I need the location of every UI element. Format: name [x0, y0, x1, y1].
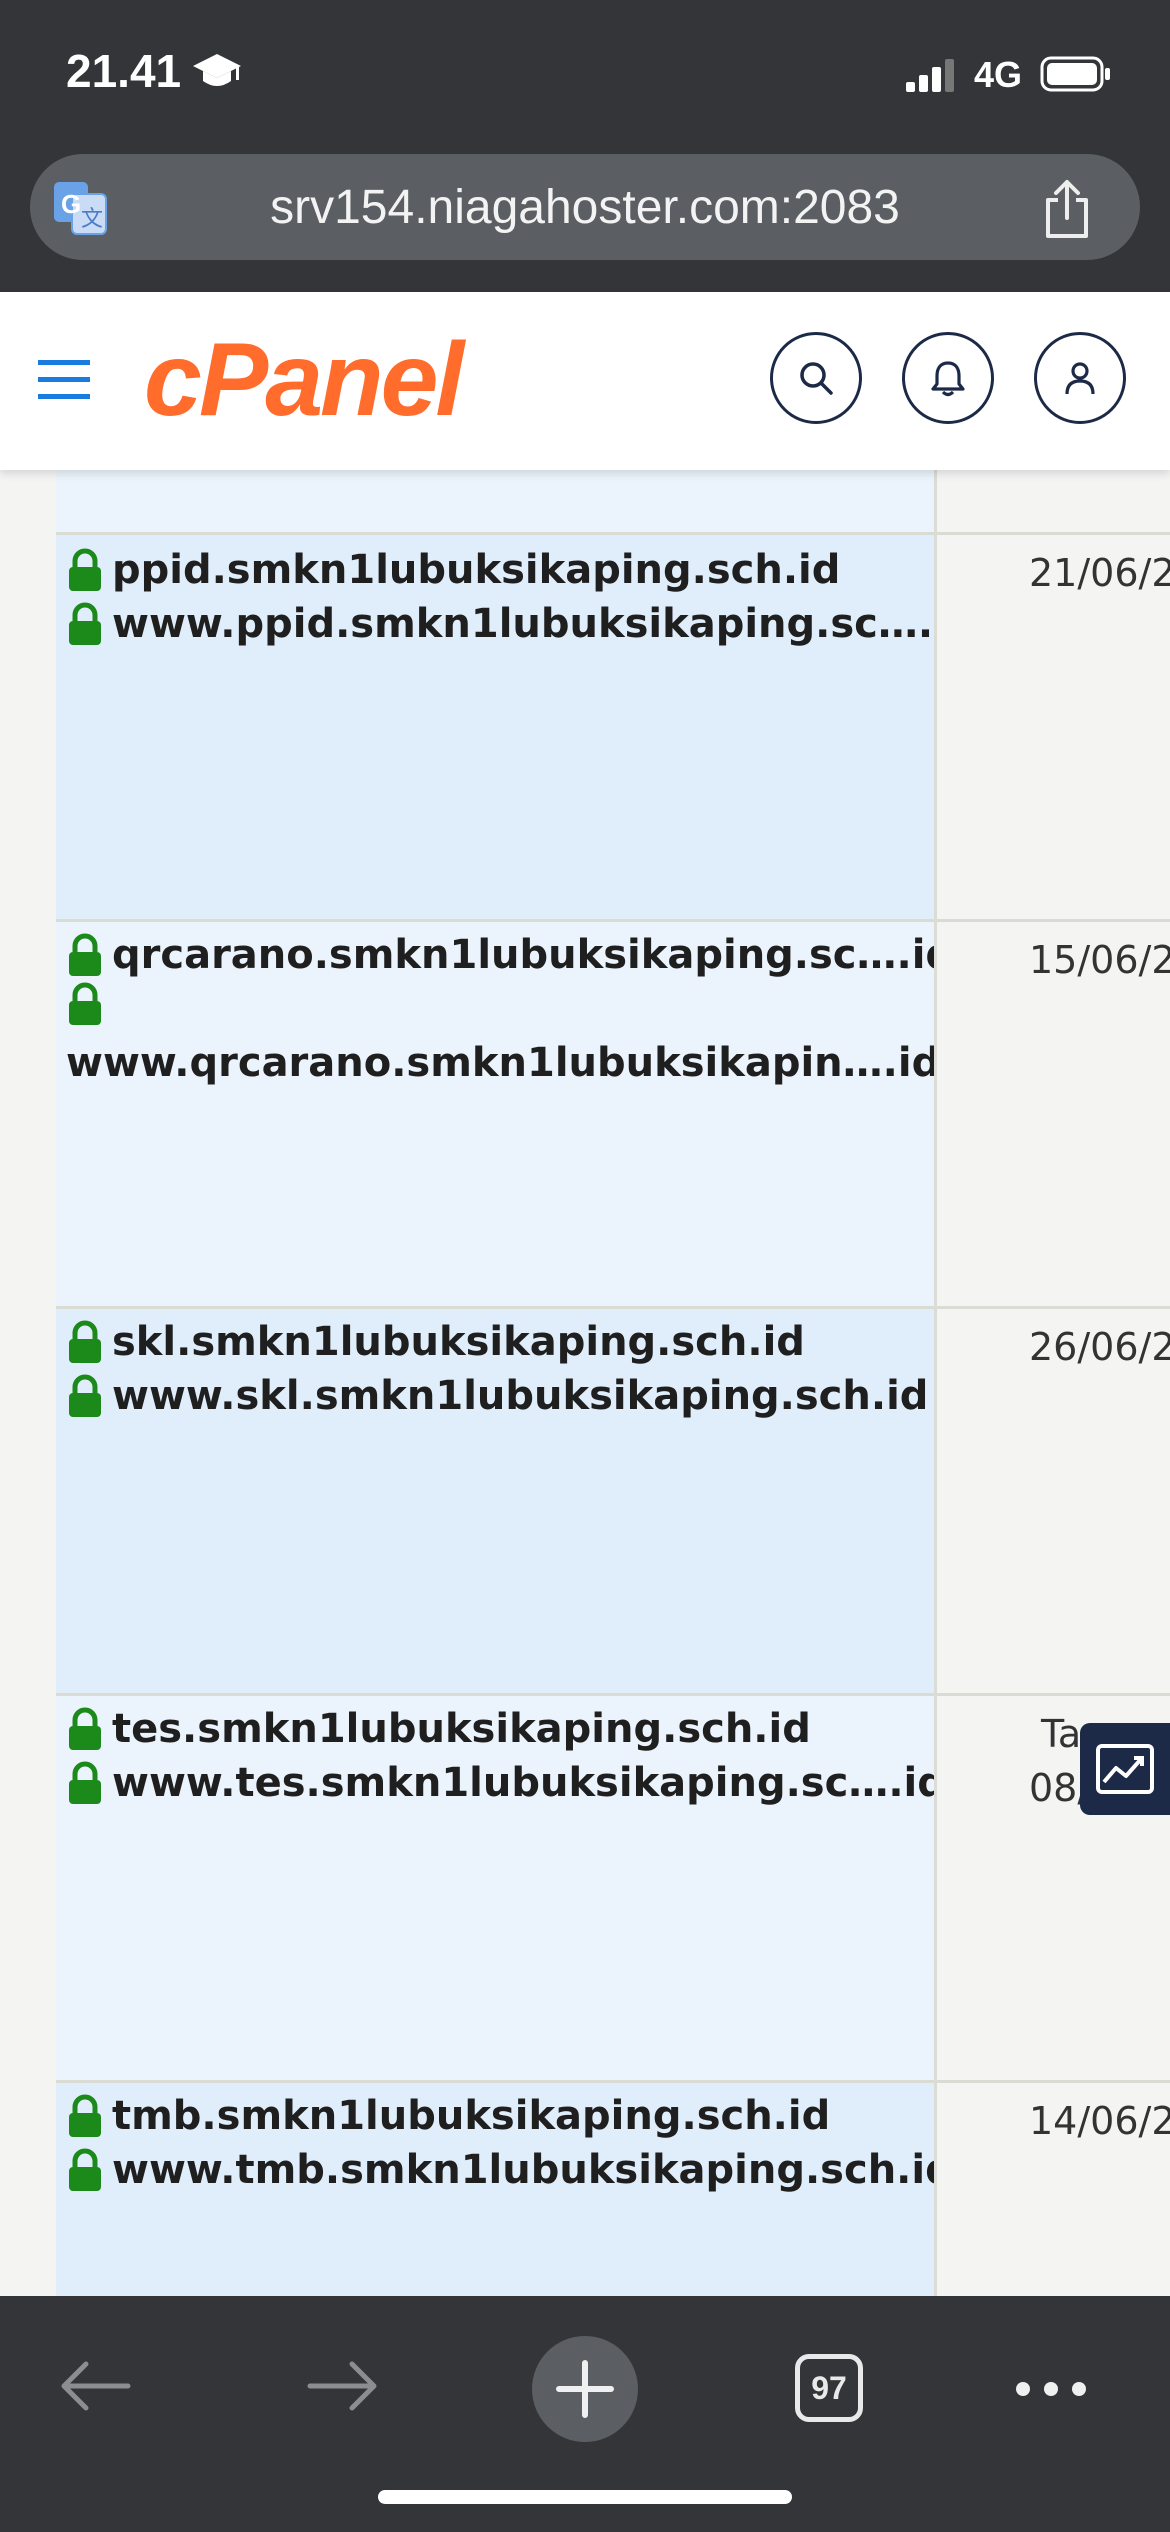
domain-line-www[interactable]: www.skl.smkn1lubuksikaping.sch.id [66, 1369, 928, 1423]
table-row[interactable]: tmb.smkn1lubuksikaping.sch.id www.tmb.sm… [56, 2083, 954, 2296]
battery-icon [1040, 56, 1110, 92]
domain-line-www[interactable]: www.tmb.smkn1lubuksikaping.sch.id [66, 2143, 954, 2197]
domain-line-primary[interactable]: tes.smkn1lubuksikaping.sch.id [66, 1702, 811, 1756]
date-cell: 14/06/2 [937, 2083, 1170, 2296]
hamburger-icon[interactable] [38, 358, 90, 400]
date-value: 21/06/2 [1029, 551, 1170, 595]
more-icon[interactable] [1014, 2376, 1088, 2402]
lock-icon [69, 1761, 101, 1804]
lock-icon [69, 1707, 101, 1750]
table-row[interactable]: skl.smkn1lubuksikaping.sch.id www.skl.sm… [56, 1309, 934, 1693]
domain-line-www[interactable]: www.qrcarano.smkn1lubuksikapin….id [66, 1036, 940, 1090]
domain-name[interactable]: www.tes.smkn1lubuksikaping.sc….id [112, 1756, 946, 1810]
lock-icon [69, 1374, 101, 1417]
url-bar[interactable]: G 文 srv154.niagahoster.com:2083 [30, 154, 1140, 260]
domain-name[interactable]: www.qrcarano.smkn1lubuksikapin….id [66, 1036, 940, 1090]
domain-name[interactable]: skl.smkn1lubuksikaping.sch.id [112, 1315, 805, 1369]
domain-line-lock-only [66, 982, 112, 1026]
share-icon[interactable] [1040, 178, 1094, 240]
lock-icon [69, 2148, 101, 2191]
domains-table: ppid.smkn1lubuksikaping.sch.id www.ppid.… [0, 470, 1170, 2296]
domain-name[interactable]: www.tmb.smkn1lubuksikaping.sch.id [112, 2143, 954, 2197]
domain-name[interactable]: tmb.smkn1lubuksikaping.sch.id [112, 2089, 830, 2143]
date-value: 15/06/2 [1029, 938, 1170, 982]
browser-top-chrome: 21.41 4G G 文 srv154.niagahoster.com:2083 [0, 0, 1170, 292]
user-button[interactable] [1034, 332, 1126, 424]
notifications-button[interactable] [902, 332, 994, 424]
date-value: 26/06/2 [1029, 1325, 1170, 1369]
table-row[interactable]: ppid.smkn1lubuksikaping.sch.id www.ppid.… [56, 535, 975, 919]
domain-name[interactable]: tes.smkn1lubuksikaping.sch.id [112, 1702, 811, 1756]
column-divider [934, 470, 937, 2296]
plus-icon [556, 2360, 614, 2418]
table-row-partial [56, 470, 934, 532]
lock-icon [69, 602, 101, 645]
new-tab-button[interactable] [532, 2336, 638, 2442]
domain-line-primary[interactable]: skl.smkn1lubuksikaping.sch.id [66, 1315, 805, 1369]
network-label: 4G [974, 54, 1023, 95]
url-text[interactable]: srv154.niagahoster.com:2083 [30, 180, 1140, 235]
table-cell-partial [937, 470, 1170, 532]
home-indicator[interactable] [378, 2490, 792, 2504]
domain-line-primary[interactable]: qrcarano.smkn1lubuksikaping.sc….id [66, 928, 954, 982]
lock-icon [69, 933, 101, 976]
lock-icon [69, 1320, 101, 1363]
stats-toggle-button[interactable] [1080, 1723, 1170, 1815]
table-row[interactable]: tes.smkn1lubuksikaping.sch.id www.tes.sm… [56, 1696, 946, 2080]
lock-icon [69, 2094, 101, 2137]
date-value: 14/06/2 [1029, 2099, 1170, 2143]
search-icon [800, 362, 833, 395]
domain-name[interactable]: qrcarano.smkn1lubuksikaping.sc….id [112, 928, 954, 982]
domain-line-primary[interactable]: tmb.smkn1lubuksikaping.sch.id [66, 2089, 830, 2143]
domain-line-www[interactable]: www.ppid.smkn1lubuksikaping.sc….id [66, 597, 975, 651]
domain-name[interactable]: ppid.smkn1lubuksikaping.sch.id [112, 543, 840, 597]
search-button[interactable] [770, 332, 862, 424]
graduation-cap-icon [193, 54, 241, 86]
back-arrow-icon[interactable] [56, 2356, 136, 2416]
tabs-count-button[interactable]: 97 [795, 2354, 863, 2422]
chart-icon [1096, 1744, 1154, 1794]
lock-icon [69, 982, 101, 1025]
user-icon [1065, 362, 1095, 395]
domain-line-www[interactable]: www.tes.smkn1lubuksikaping.sc….id [66, 1756, 946, 1810]
cpanel-logo[interactable]: cPanel [144, 328, 464, 432]
lock-icon [69, 548, 101, 591]
domain-line-primary[interactable]: ppid.smkn1lubuksikaping.sch.id [66, 543, 840, 597]
forward-arrow-icon[interactable] [302, 2356, 382, 2416]
date-cell: 21/06/2 [937, 535, 1170, 919]
date-cell: 15/06/2 [937, 922, 1170, 1306]
status-time: 21.41 [66, 45, 182, 97]
signal-icon [906, 59, 954, 92]
domain-name[interactable]: www.skl.smkn1lubuksikaping.sch.id [112, 1369, 928, 1423]
table-row[interactable]: qrcarano.smkn1lubuksikaping.sc….id www.q… [56, 922, 954, 1306]
domain-name[interactable]: www.ppid.smkn1lubuksikaping.sc….id [112, 597, 975, 651]
cpanel-header: cPanel [0, 292, 1170, 470]
date-cell: 26/06/2 [937, 1309, 1170, 1693]
bell-icon [931, 361, 965, 397]
